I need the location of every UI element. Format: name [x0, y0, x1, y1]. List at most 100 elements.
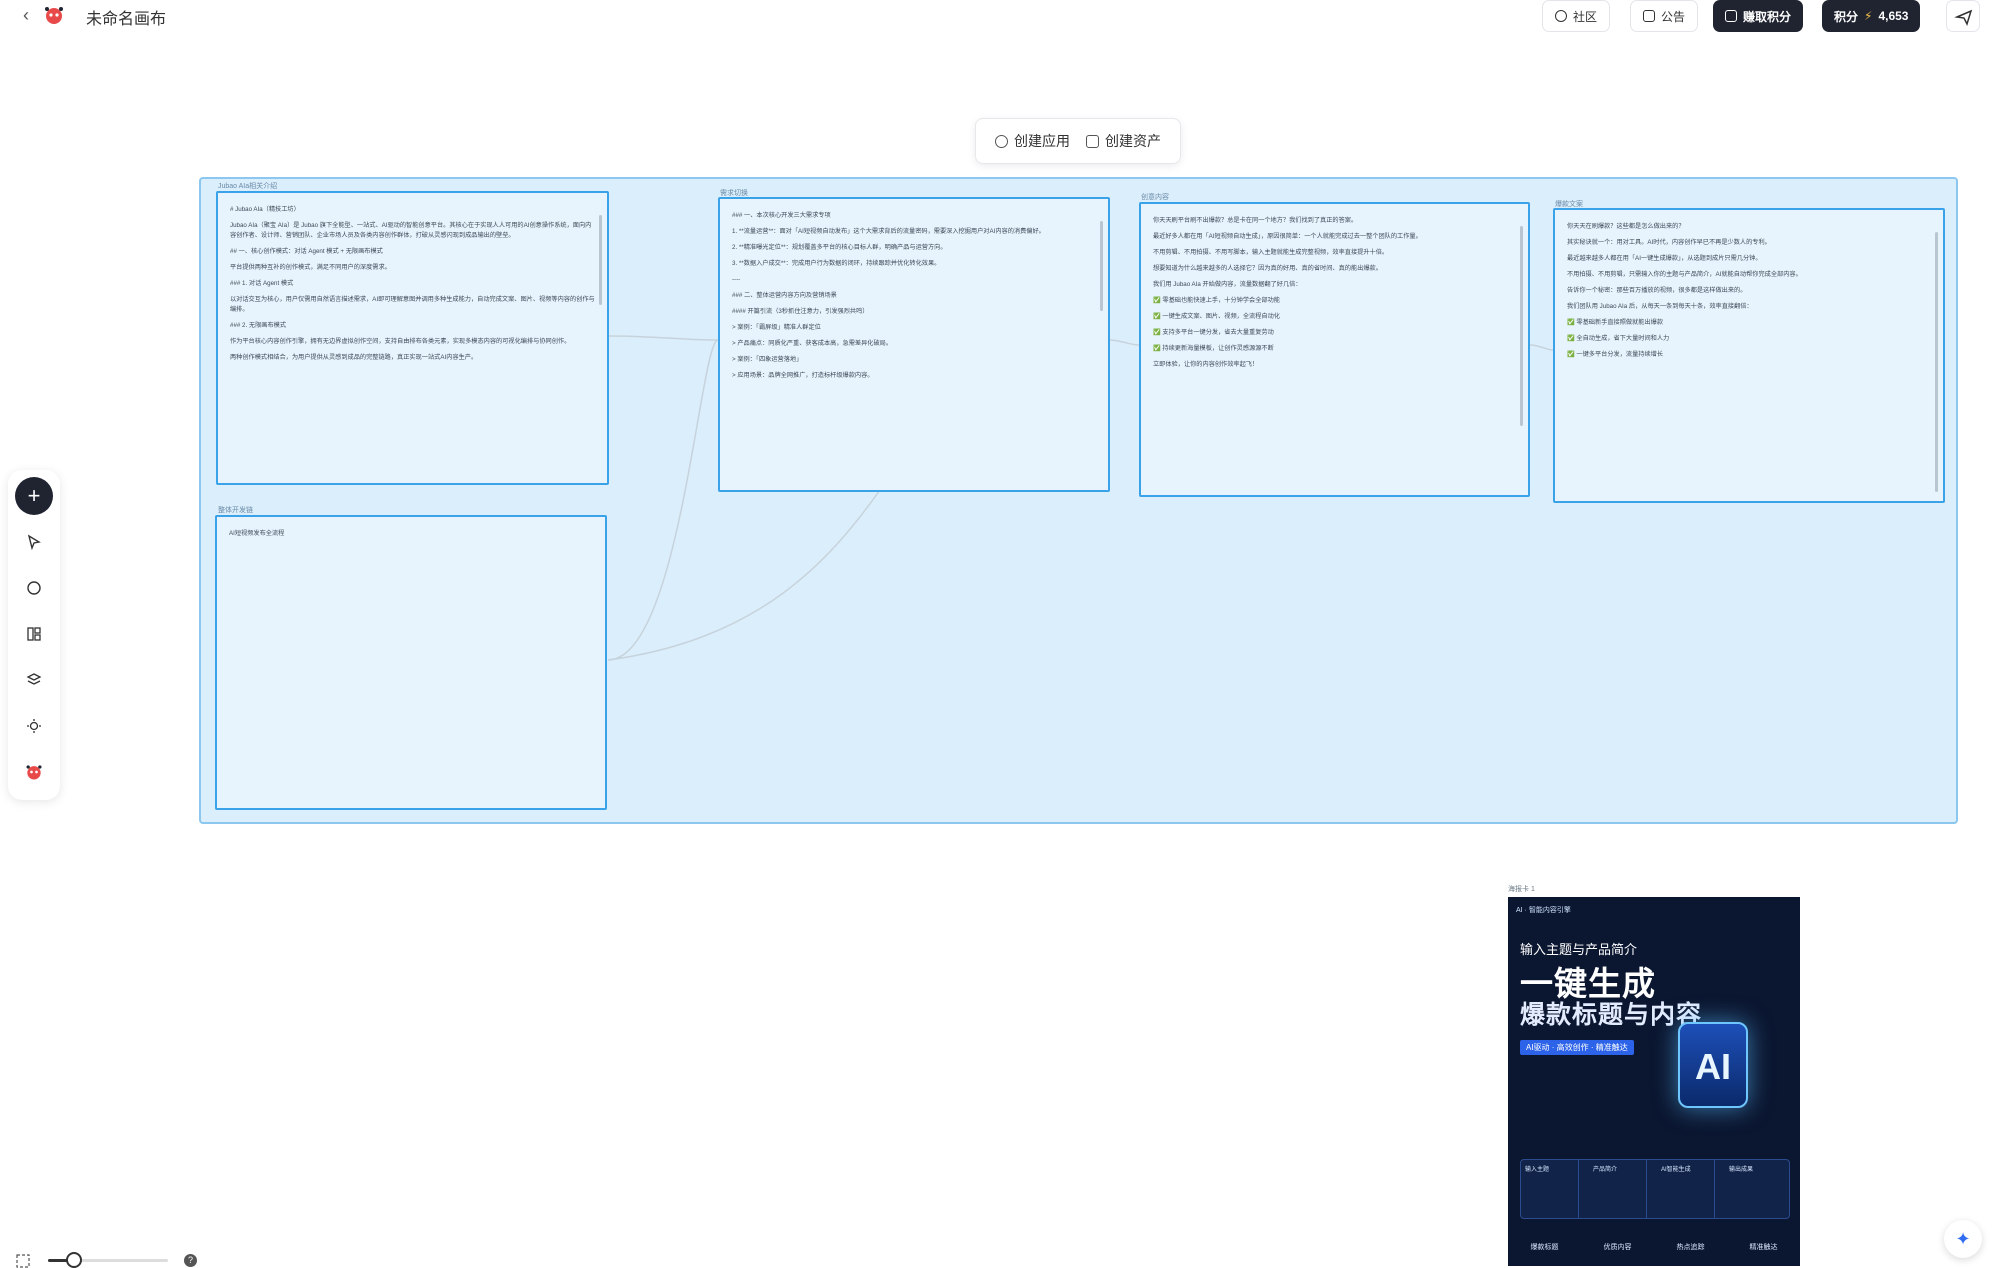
grid-icon — [1086, 134, 1099, 148]
create-asset-label: 创建资产 — [1105, 133, 1161, 149]
top-bar: ‹ 未命名画布 社区 公告 赚取积分 积分 ⚡ 4,653 — [0, 0, 1994, 32]
card-text: ### 一、本次核心开发三大需求专项 — [732, 212, 831, 219]
layers-icon[interactable] — [22, 668, 46, 692]
poster-tag: AI · 智能内容引擎 — [1516, 907, 1571, 914]
text-card[interactable]: 你天天在刷爆款？这些都是怎么做出来的？ 其实秘诀就一个：用对工具。AI时代，内容… — [1553, 208, 1945, 503]
share-button[interactable] — [1946, 0, 1980, 32]
card-text: 我们团队用 Jubao AIa 后，从每天一条到每天十条，效率直接翻倍： — [1567, 303, 1753, 310]
community-label: 社区 — [1573, 9, 1598, 24]
help-icon[interactable]: ? — [184, 1254, 197, 1267]
poster-step: 输入主题 — [1521, 1160, 1579, 1218]
zoom-control: ? — [14, 1250, 204, 1268]
card-text: 作为平台核心内容创作引擎，拥有无边界虚拟创作空间，支持自由排布各类元素，实现多模… — [230, 338, 571, 345]
poster-chip: AI驱动 · 高效创作 · 精准触达 — [1520, 1040, 1634, 1055]
card-text: ✅ 一键多平台分发，流量持续增长 — [1567, 351, 1664, 358]
create-menu: 创建应用 创建资产 — [975, 118, 1181, 164]
notice-button[interactable]: 公告 — [1630, 0, 1699, 32]
card-text: ---- — [732, 276, 741, 283]
send-icon — [1954, 9, 1973, 27]
text-card[interactable]: AI短视频发布全流程 — [215, 515, 607, 810]
layout-icon[interactable] — [22, 622, 46, 646]
canvas-title[interactable]: 未命名画布 — [86, 5, 166, 29]
lightning-icon: ⚡ — [1864, 9, 1873, 23]
scrollbar[interactable] — [1935, 232, 1938, 492]
card-text: > 案例：「霸屏级」精准人群定位 — [732, 324, 821, 331]
points-value: 4,653 — [1878, 9, 1909, 23]
cursor-icon[interactable] — [22, 530, 46, 554]
sparkle-icon[interactable]: ✦ — [1944, 1220, 1982, 1258]
card-text: 你天天刷平台刷不出爆款？总是卡在同一个地方？我们找到了真正的答案。 — [1153, 217, 1358, 224]
card-text: 最近好多人都在用「AI短视频自动生成」，原因很简单：一个人就能完成过去一整个团队… — [1153, 233, 1422, 240]
card-text: AI短视频发布全流程 — [229, 530, 285, 537]
plus-icon[interactable]: + — [15, 477, 53, 515]
poster-step: AI智能生成 — [1657, 1160, 1715, 1218]
card-content: ### 一、本次核心开发三大需求专项 1. **流量运营**：面对「AI短视频自… — [720, 199, 1108, 399]
card-text: ✅ 零基础新手直接照做就能出爆款 — [1567, 319, 1664, 326]
community-icon — [1555, 10, 1567, 22]
card-text: 立即体验，让你的内容创作效率起飞！ — [1153, 361, 1259, 368]
poster-footer-item: 优质内容 — [1603, 1243, 1632, 1251]
card-text: 最近越来越多人都在用「AI一键生成爆款」，从选题到成片只需几分钟。 — [1567, 255, 1762, 262]
poster-label: 海报卡 1 — [1508, 886, 1535, 893]
card-content: AI短视频发布全流程 — [217, 517, 605, 557]
card-text: 以对话交互为核心，用户仅需用自然语言描述需求，AI即可理解意图并调用多种生成能力… — [230, 296, 595, 313]
logo-icon[interactable] — [22, 760, 46, 784]
points-label: 积分 — [1834, 9, 1859, 24]
text-card[interactable]: # Jubao AIa（精技工坊） Jubao AIa（聚宝 AIa）是 Jub… — [216, 191, 609, 485]
card-text: #### 开篇引流（3秒抓住注意力，引发强烈共鸣） — [732, 308, 869, 315]
card-content: 你天天刷平台刷不出爆款？总是卡在同一个地方？我们找到了真正的答案。 最近好多人都… — [1141, 204, 1528, 388]
card-text: 想要知道为什么越来越多的人选择它？因为真的好用、真的省时间、真的能出爆款。 — [1153, 265, 1382, 272]
text-card[interactable]: 你天天刷平台刷不出爆款？总是卡在同一个地方？我们找到了真正的答案。 最近好多人都… — [1139, 202, 1530, 497]
poster-headline-2: 爆款标题与内容 — [1520, 1001, 1703, 1029]
card-text: 告诉你一个秘密：那些百万播放的视频，很多都是这样做出来的。 — [1567, 287, 1747, 294]
left-toolbar: + — [8, 470, 60, 800]
card-text: ### 1. 对话 Agent 模式 — [230, 280, 294, 287]
card-label: 整体开发链 — [218, 507, 253, 514]
poster-image[interactable]: AI · 智能内容引擎 输入主题与产品简介 一键生成 爆款标题与内容 AI驱动 … — [1508, 897, 1800, 1266]
card-text: ✅ 全自动生成，省下大量时间和人力 — [1567, 335, 1670, 342]
card-text: > 产品痛点：同质化严重、获客成本高，急需差异化破局。 — [732, 340, 893, 347]
poster-footer-item: 精准触达 — [1749, 1243, 1778, 1251]
sun-icon[interactable] — [22, 714, 46, 738]
card-text: > 案例：「四象运营落地」 — [732, 356, 803, 363]
card-text: 其实秘诀就一个：用对工具。AI时代，内容创作早已不再是少数人的专利。 — [1567, 239, 1771, 246]
card-text: ✅ 一键生成文案、图片、视频，全流程自动化 — [1153, 313, 1280, 320]
back-icon[interactable]: ‹ — [16, 4, 36, 26]
card-text: ✅ 持续更新海量模板，让创作灵感源源不断 — [1153, 345, 1274, 352]
card-text: 3. **数据入户成交**：完成用户行为数据的闭环，持续跟踪并优化转化效果。 — [732, 260, 941, 267]
card-text: 平台提供两种互补的创作模式，满足不同用户的深度需求。 — [230, 264, 391, 271]
community-button[interactable]: 社区 — [1542, 0, 1611, 32]
card-text: > 应用场景：品牌全网推广，打造标杆级爆款内容。 — [732, 372, 874, 379]
create-app-button[interactable]: 创建应用 — [995, 131, 1070, 151]
scrollbar[interactable] — [1520, 226, 1523, 426]
card-text: Jubao AIa（聚宝 AIa）是 Jubao 旗下全能型、一站式、AI驱动的… — [230, 222, 592, 239]
card-label: 创意内容 — [1141, 194, 1169, 201]
card-text: # Jubao AIa（精技工坊） — [230, 206, 300, 213]
notice-label: 公告 — [1661, 9, 1686, 24]
poster-steps: 输入主题 产品简介 AI智能生成 输出成果 — [1520, 1159, 1790, 1219]
text-card[interactable]: ### 一、本次核心开发三大需求专项 1. **流量运营**：面对「AI短视频自… — [718, 197, 1110, 492]
ai-cube: AI — [1678, 1022, 1748, 1108]
card-text: ## 一、核心创作模式：对话 Agent 模式 + 无限画布模式 — [230, 248, 383, 255]
create-asset-button[interactable]: 创建资产 — [1086, 131, 1161, 151]
earn-points-button[interactable]: 赚取积分 — [1713, 0, 1804, 32]
poster-footer: 爆款标题 优质内容 热点追踪 精准触达 — [1508, 1227, 1800, 1266]
card-text: 你天天在刷爆款？这些都是怎么做出来的？ — [1567, 223, 1685, 230]
earn-points-label: 赚取积分 — [1743, 9, 1792, 24]
card-text: ### 2. 无限画布模式 — [230, 322, 287, 329]
poster-footer-item: 爆款标题 — [1530, 1243, 1559, 1251]
card-text: 2. **精准曝光定位**：规划覆盖多平台的核心目标人群，明确产品与运营方向。 — [732, 244, 947, 251]
card-content: # Jubao AIa（精技工坊） Jubao AIa（聚宝 AIa）是 Jub… — [218, 193, 607, 381]
chat-icon[interactable] — [22, 576, 46, 600]
card-text: 不用拍摄、不用剪辑，只需输入你的主题与产品简介，AI就能自动帮你完成全部内容。 — [1567, 271, 1802, 278]
points-button[interactable]: 积分 ⚡ 4,653 — [1822, 0, 1921, 32]
poster-step: 输出成果 — [1729, 1167, 1754, 1173]
poster-footer-item: 热点追踪 — [1676, 1243, 1705, 1251]
notice-icon — [1643, 10, 1655, 22]
gift-icon — [1725, 10, 1737, 22]
card-text: 我们用 Jubao AIa 开始做内容，流量数据翻了好几倍： — [1153, 281, 1302, 288]
scrollbar[interactable] — [599, 215, 602, 305]
card-text: ### 二、整体运营内容方向及营销场景 — [732, 292, 837, 299]
card-label: Jubao AIa相关介绍 — [218, 183, 278, 190]
scrollbar[interactable] — [1100, 221, 1103, 311]
